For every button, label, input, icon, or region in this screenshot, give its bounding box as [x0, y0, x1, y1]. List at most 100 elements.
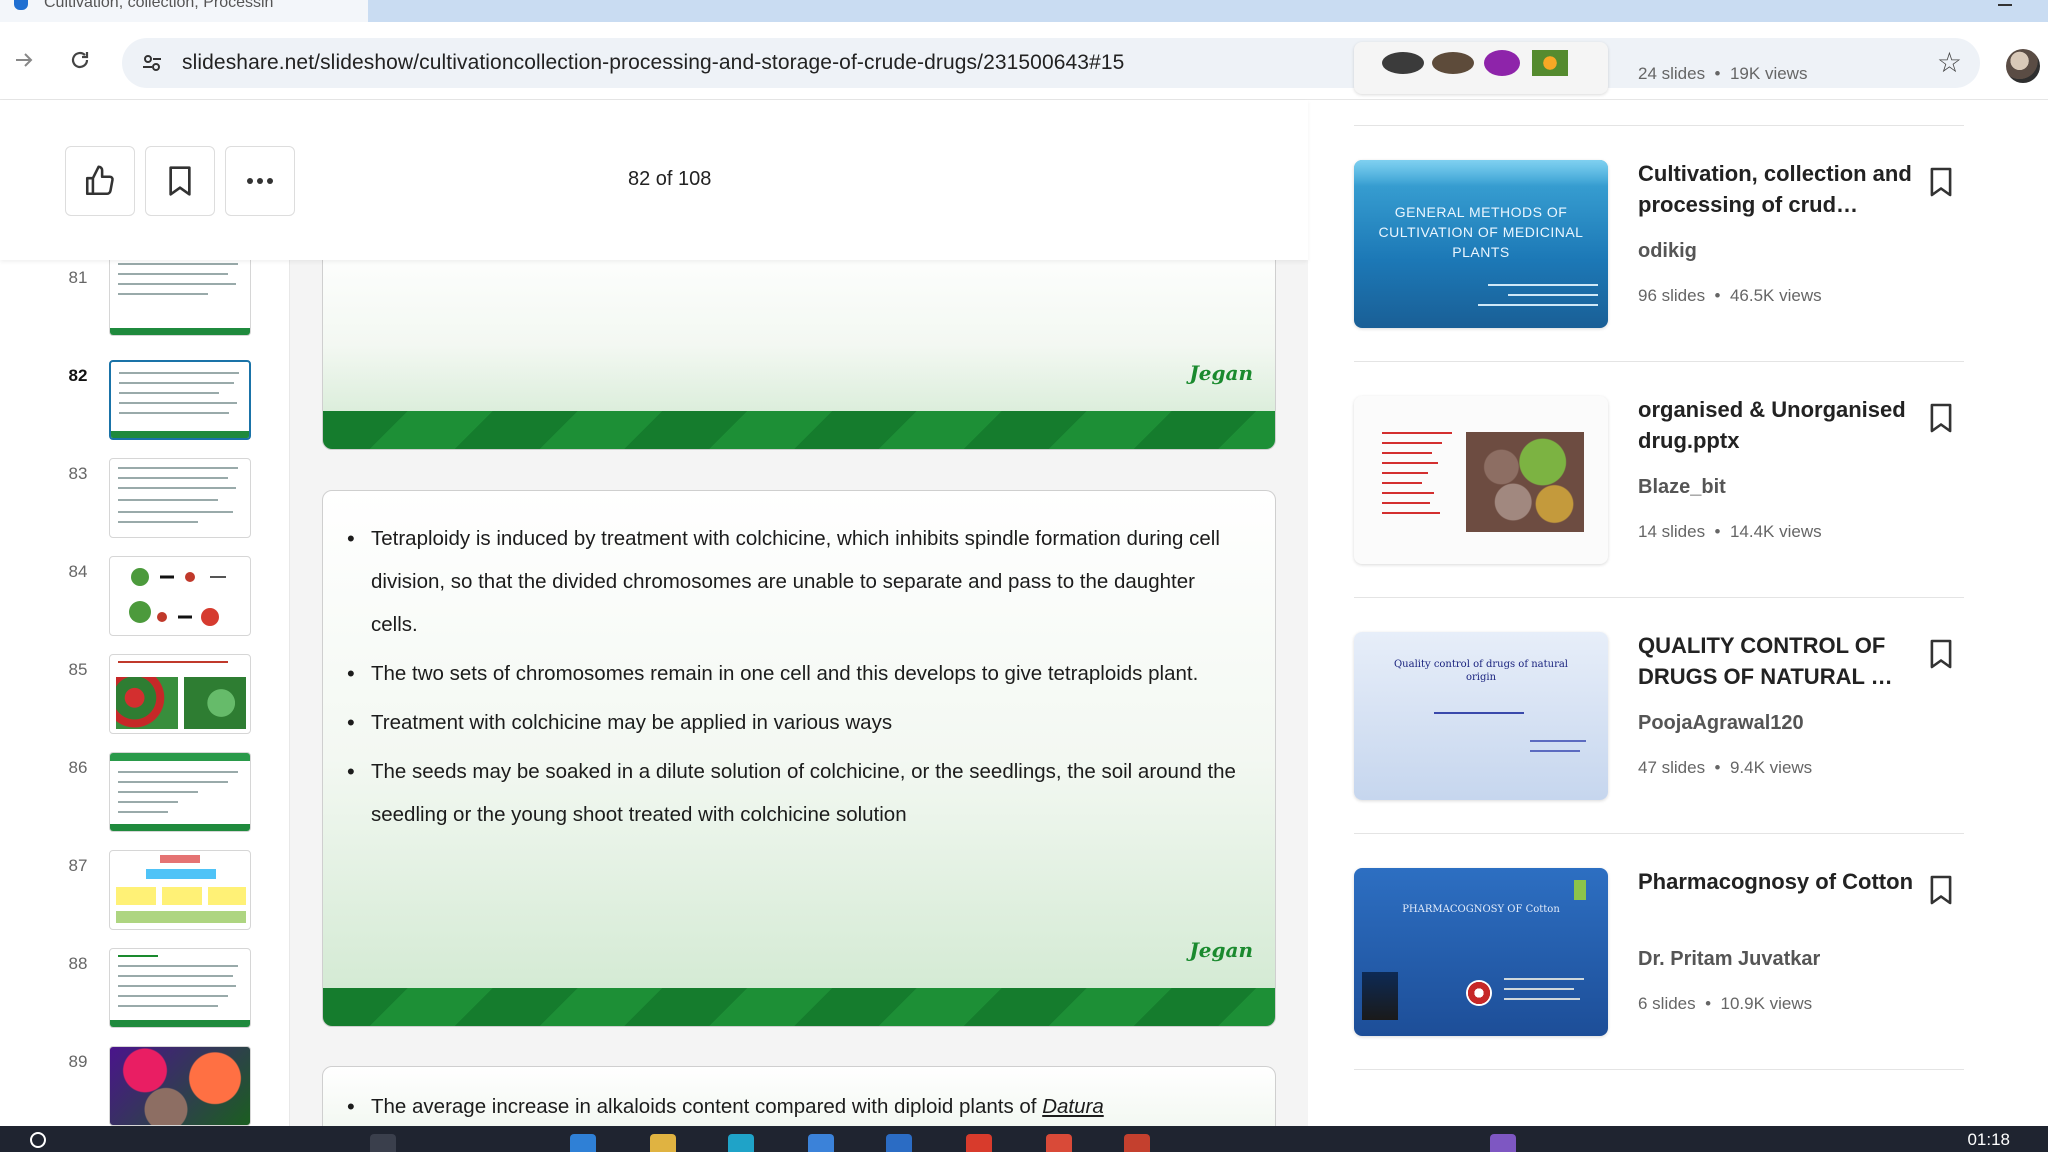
related-card[interactable]: Quality control of drugs of natural orig… [1354, 598, 1964, 834]
slide-thumbnail[interactable] [109, 458, 251, 538]
reload-button[interactable] [58, 38, 102, 82]
slide-thumbnail[interactable] [109, 260, 251, 336]
slide-viewer[interactable]: Jegan Tetraploidy is induced by treatmen… [290, 260, 1308, 1126]
slide-thumbnail[interactable] [109, 948, 251, 1028]
taskview-icon[interactable] [370, 1134, 396, 1152]
cover-title: Quality control of drugs of natural orig… [1393, 659, 1569, 683]
thumbnail-item[interactable]: 87 [0, 848, 289, 946]
forward-button[interactable] [2, 38, 46, 82]
related-meta: 6 slides • 10.9K views [1638, 994, 1813, 1013]
profile-avatar[interactable] [2006, 49, 2040, 83]
more-horizontal-icon [247, 178, 273, 184]
related-author[interactable]: odikig [1638, 240, 1697, 263]
slide-thumbnail-selected[interactable] [109, 360, 251, 440]
related-title[interactable]: Cultivation, collection and processing o… [1638, 158, 1918, 220]
related-meta: 24 slides • 19K views [1638, 64, 1808, 83]
slide-thumbnail[interactable] [109, 850, 251, 930]
related-meta: 14 slides • 14.4K views [1638, 522, 1822, 541]
minimize-icon[interactable] [1998, 0, 2012, 6]
reload-icon [71, 51, 89, 69]
related-cover[interactable]: PHARMACOGNOSY OF Cotton [1354, 868, 1608, 1036]
file-explorer-icon[interactable] [650, 1134, 676, 1152]
thumbnail-number: 81 [68, 268, 88, 287]
site-settings-icon[interactable] [136, 47, 168, 79]
thumbnail-item[interactable]: 84 [0, 554, 289, 652]
related-card[interactable]: GENERAL METHODS OF CULTIVATION OF MEDICI… [1354, 126, 1964, 362]
search-icon[interactable] [30, 1132, 46, 1148]
related-author[interactable]: Dr. Pritam Juvatkar [1638, 948, 1820, 971]
bookmark-icon[interactable] [1928, 638, 1954, 670]
thumbnail-number: 87 [68, 856, 88, 875]
taskbar-clock[interactable]: 01:18 [1967, 1130, 2010, 1150]
related-cover[interactable]: Quality control of drugs of natural orig… [1354, 632, 1608, 800]
related-cover[interactable] [1354, 396, 1608, 564]
related-title[interactable]: Pharmacognosy of Cotton [1638, 866, 1918, 897]
slide-signature: Jegan [1189, 361, 1253, 385]
slide-count: 6 slides [1638, 994, 1696, 1013]
browser-tab-active[interactable]: Cultivation, collection, Processin [0, 0, 368, 22]
slide-footer-band [323, 411, 1275, 449]
related-title[interactable]: organised & Unorganised drug.pptx [1638, 394, 1918, 456]
bullet-item: Tetraploidy is induced by treatment with… [347, 517, 1247, 646]
bullet-item: The average increase in alkaloids conten… [347, 1085, 1247, 1126]
chrome-icon[interactable] [1046, 1134, 1072, 1152]
related-title[interactable]: QUALITY CONTROL OF DRUGS OF NATURAL … [1638, 630, 1918, 692]
slide-thumbnail-list[interactable]: 81 82 83 84 85 86 87 88 89 [0, 260, 290, 1126]
view-count: 9.4K views [1729, 758, 1813, 777]
bullet-item: The seeds may be soaked in a dilute solu… [347, 750, 1247, 836]
view-count: 10.9K views [1720, 994, 1813, 1013]
edge-icon[interactable] [570, 1134, 596, 1152]
related-card[interactable]: organised & Unorganised drug.pptx Blaze_… [1354, 362, 1964, 598]
related-author[interactable]: PoojaAgrawal120 [1638, 712, 1804, 735]
thumbnail-item[interactable]: 89 [0, 1044, 289, 1126]
thumbnail-item[interactable]: 85 [0, 652, 289, 750]
bookmark-icon[interactable] [1928, 402, 1954, 434]
bookmark-icon [169, 166, 191, 196]
related-cover[interactable] [1354, 42, 1608, 94]
tab-title: Cultivation, collection, Processin [44, 0, 274, 11]
more-options-button[interactable] [225, 146, 295, 216]
view-count: 46.5K views [1729, 286, 1822, 305]
browser-app-icon[interactable] [728, 1134, 754, 1152]
related-meta: 96 slides • 46.5K views [1638, 286, 1822, 305]
like-button[interactable] [65, 146, 135, 216]
thumbnail-item[interactable]: 88 [0, 946, 289, 1044]
view-count: 19K views [1729, 64, 1808, 83]
url-text[interactable]: slideshare.net/slideshow/cultivationcoll… [182, 51, 1124, 75]
view-count: 14.4K views [1729, 522, 1822, 541]
thumbnail-item[interactable]: 81 [0, 260, 289, 358]
store-icon[interactable] [808, 1134, 834, 1152]
page-counter: 82 of 108 [628, 168, 712, 190]
app-red-icon[interactable] [966, 1134, 992, 1152]
thumbnail-number: 84 [68, 562, 88, 581]
related-cover[interactable]: GENERAL METHODS OF CULTIVATION OF MEDICI… [1354, 160, 1608, 328]
related-presentations: 24 slides • 19K views GENERAL METHODS OF… [1308, 42, 2048, 1126]
slide-81: Jegan [322, 260, 1276, 450]
slide-count: 24 slides [1638, 64, 1706, 83]
related-card[interactable]: PHARMACOGNOSY OF Cotton Pharmacognosy of… [1354, 834, 1964, 1070]
bookmark-icon[interactable] [1928, 166, 1954, 198]
thumbnail-number: 85 [68, 660, 88, 679]
thumbnail-number: 89 [68, 1052, 88, 1071]
slide-thumbnail[interactable] [109, 654, 251, 734]
slide-thumbnail[interactable] [109, 752, 251, 832]
powerpoint-icon[interactable] [1124, 1134, 1150, 1152]
slide-thumbnail[interactable] [109, 556, 251, 636]
bookmark-icon[interactable] [1928, 874, 1954, 906]
mail-icon[interactable] [886, 1134, 912, 1152]
slide-82: Tetraploidy is induced by treatment with… [322, 490, 1276, 1027]
bullet-item: The two sets of chromosomes remain in on… [347, 652, 1247, 695]
slide-signature: Jegan [1189, 938, 1253, 962]
related-author[interactable]: Blaze_bit [1638, 476, 1726, 499]
save-button[interactable] [145, 146, 215, 216]
thumbnail-item-current[interactable]: 82 [0, 358, 289, 456]
related-card-partial[interactable]: 24 slides • 19K views [1354, 0, 1964, 126]
thumbnail-item[interactable]: 83 [0, 456, 289, 554]
slideshare-favicon-icon [14, 0, 28, 10]
slide-bullet-list: The average increase in alkaloids conten… [347, 1085, 1247, 1126]
arrow-right-icon [16, 53, 33, 67]
thumbnail-item[interactable]: 86 [0, 750, 289, 848]
slide-thumbnail[interactable] [109, 1046, 251, 1126]
cover-title: GENERAL METHODS OF CULTIVATION OF MEDICI… [1378, 204, 1584, 260]
app-purple-icon[interactable] [1490, 1134, 1516, 1152]
